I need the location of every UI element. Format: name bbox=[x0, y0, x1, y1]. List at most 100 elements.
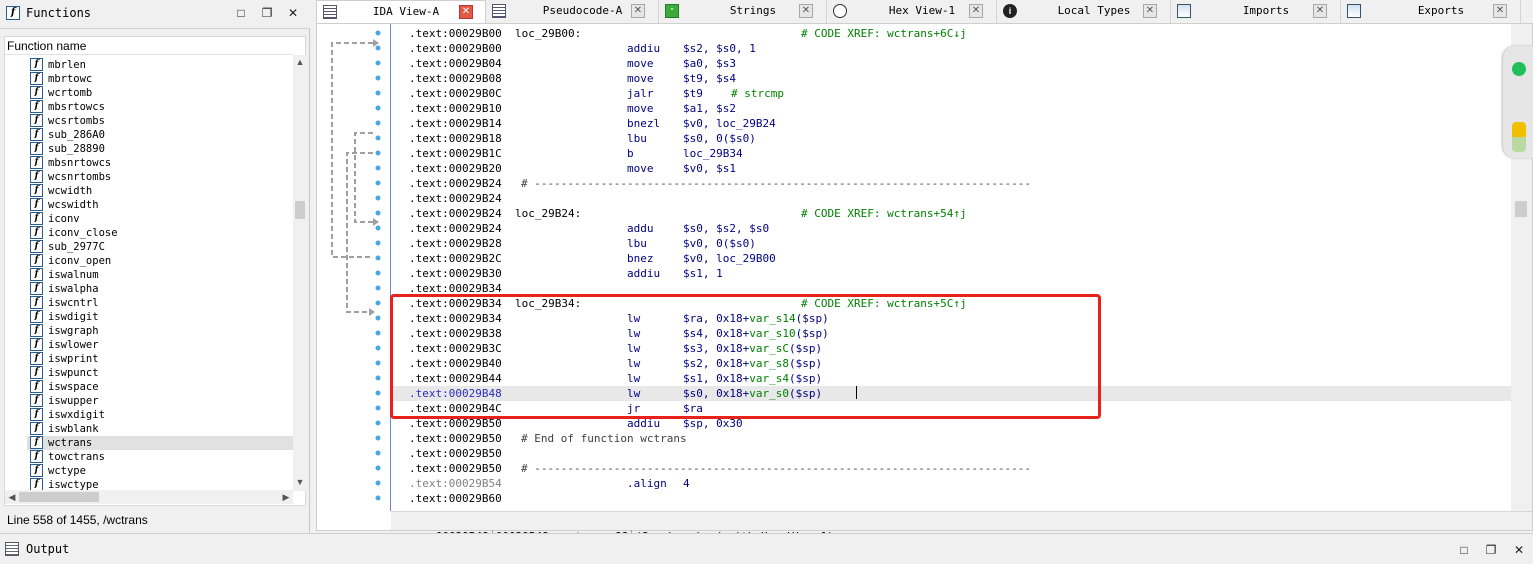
function-list-item[interactable]: f iswctype bbox=[27, 478, 293, 490]
tab-ida-view-a[interactable]: IDA View-A ✕ bbox=[316, 0, 486, 24]
function-list-item[interactable]: f iswprint bbox=[27, 352, 293, 366]
function-list-item[interactable]: f wcsrtombs bbox=[27, 114, 293, 128]
strings-icon: " bbox=[665, 4, 679, 18]
function-list-item[interactable]: f mbrtowc bbox=[27, 72, 293, 86]
code-line[interactable]: .text:00029B50 addiu $sp, 0x30 bbox=[391, 416, 1511, 431]
code-line[interactable]: .text:00029B04 move $a0, $s3 bbox=[391, 56, 1511, 71]
code-line[interactable]: .text:00029B54 .align 4 bbox=[391, 476, 1511, 491]
function-list-item[interactable]: f iswalnum bbox=[27, 268, 293, 282]
code-line[interactable]: .text:00029B38 lw $s4, 0x18+var_s10($sp) bbox=[391, 326, 1511, 341]
function-list-item[interactable]: f iswcntrl bbox=[27, 296, 293, 310]
code-line[interactable]: .text:00029B0C jalr $t9 # strcmp bbox=[391, 86, 1511, 101]
close-button[interactable]: ✕ bbox=[1512, 543, 1526, 557]
operand-text: $s1, 0x18+ bbox=[683, 372, 750, 385]
code-line[interactable]: .text:00029B00 addiu $s2, $s0, 1 bbox=[391, 41, 1511, 56]
code-line[interactable]: .text:00029B20 move $v0, $s1 bbox=[391, 161, 1511, 176]
code-line[interactable]: .text:00029B34 bbox=[391, 281, 1511, 296]
restore-button[interactable]: ❐ bbox=[260, 6, 274, 20]
code-line[interactable]: .text:00029B4C jr $ra bbox=[391, 401, 1511, 416]
functions-vertical-scrollbar[interactable]: ▲ ▼ bbox=[293, 55, 307, 491]
functions-list[interactable]: f mbrlen f mbrtowc f wcrtomb f mbsrtowcs f wcsrto… bbox=[27, 58, 293, 490]
function-list-item[interactable]: f sub_28890 bbox=[27, 142, 293, 156]
column-header-function-name[interactable]: Function name bbox=[5, 37, 293, 55]
function-list-item[interactable]: f iswpunct bbox=[27, 366, 293, 380]
close-button[interactable]: ✕ bbox=[286, 6, 300, 20]
code-line[interactable]: .text:00029B28 lbu $v0, 0($s0) bbox=[391, 236, 1511, 251]
function-list-item[interactable]: f mbrlen bbox=[27, 58, 293, 72]
function-list-item[interactable]: f wctype bbox=[27, 464, 293, 478]
code-line[interactable]: .text:00029B60 bbox=[391, 491, 1511, 506]
tab-local-types[interactable]: i Local Types ✕ bbox=[997, 0, 1171, 23]
function-list-item[interactable]: f iswblank bbox=[27, 422, 293, 436]
code-line[interactable]: .text:00029B2C bnez $v0, loc_29B00 bbox=[391, 251, 1511, 266]
code-line[interactable]: .text:00029B10 move $a1, $s2 bbox=[391, 101, 1511, 116]
maximize-button[interactable]: □ bbox=[1457, 543, 1471, 557]
code-line[interactable]: .text:00029B40 lw $s2, 0x18+var_s8($sp) bbox=[391, 356, 1511, 371]
close-tab-icon[interactable]: ✕ bbox=[631, 4, 645, 18]
restore-button[interactable]: ❐ bbox=[1484, 543, 1498, 557]
code-line[interactable]: .text:00029B30 addiu $s1, 1 bbox=[391, 266, 1511, 281]
function-list-item[interactable]: f wcswidth bbox=[27, 198, 293, 212]
function-list-item[interactable]: f iconv bbox=[27, 212, 293, 226]
function-list-item[interactable]: f wctrans bbox=[27, 436, 293, 450]
code-line[interactable]: .text:00029B24 addu $s0, $s2, $s0 bbox=[391, 221, 1511, 236]
function-list-item[interactable]: f sub_2977C bbox=[27, 240, 293, 254]
maximize-button[interactable]: □ bbox=[234, 6, 248, 20]
code-line[interactable]: .text:00029B24 bbox=[391, 191, 1511, 206]
close-tab-icon[interactable]: ✕ bbox=[1143, 4, 1157, 18]
scroll-thumb[interactable] bbox=[1515, 201, 1527, 217]
function-list-item[interactable]: f iconv_open bbox=[27, 254, 293, 268]
code-line[interactable]: .text:00029B48 lw $s0, 0x18+var_s0($sp) bbox=[391, 386, 1511, 401]
code-line[interactable]: .text:00029B18 lbu $s0, 0($s0) bbox=[391, 131, 1511, 146]
code-line[interactable]: .text:00029B24 # ------------------------… bbox=[391, 176, 1511, 191]
function-list-item[interactable]: f iswupper bbox=[27, 394, 293, 408]
function-list-item[interactable]: f mbsrtowcs bbox=[27, 100, 293, 114]
code-line[interactable]: .text:00029B50 bbox=[391, 446, 1511, 461]
function-list-item[interactable]: f wcwidth bbox=[27, 184, 293, 198]
code-line[interactable]: .text:00029B00 loc_29B00: # CODE XREF: wct… bbox=[391, 26, 1511, 41]
tab-exports[interactable]: Exports ✕ bbox=[1341, 0, 1521, 23]
code-line[interactable]: .text:00029B50 # End of function wctrans bbox=[391, 431, 1511, 446]
function-list-item[interactable]: f iswxdigit bbox=[27, 408, 293, 422]
function-name-label: wctrans bbox=[48, 437, 93, 449]
close-tab-icon[interactable]: ✕ bbox=[1493, 4, 1507, 18]
functions-horizontal-scrollbar[interactable]: ◀ ▶ bbox=[5, 490, 293, 504]
tab-strings[interactable]: " Strings ✕ bbox=[659, 0, 827, 23]
scroll-right-icon[interactable]: ▶ bbox=[279, 490, 293, 504]
navigation-overview-widget[interactable] bbox=[1503, 46, 1533, 158]
scroll-thumb[interactable] bbox=[19, 492, 99, 502]
scroll-left-icon[interactable]: ◀ bbox=[5, 490, 19, 504]
tab-hex-view-1[interactable]: Hex View-1 ✕ bbox=[827, 0, 997, 23]
function-list-item[interactable]: f wcsnrtombs bbox=[27, 170, 293, 184]
scroll-down-icon[interactable]: ▼ bbox=[293, 475, 307, 489]
function-list-item[interactable]: f wcrtomb bbox=[27, 86, 293, 100]
tab-imports[interactable]: Imports ✕ bbox=[1171, 0, 1341, 23]
code-line[interactable]: .text:00029B34 lw $ra, 0x18+var_s14($sp) bbox=[391, 311, 1511, 326]
code-line[interactable]: .text:00029B34 loc_29B34: # CODE XREF: wct… bbox=[391, 296, 1511, 311]
function-list-item[interactable]: f iswdigit bbox=[27, 310, 293, 324]
code-line[interactable]: .text:00029B3C lw $s3, 0x18+var_sC($sp) bbox=[391, 341, 1511, 356]
ida-view-a[interactable]: .text:00029B00 loc_29B00: # CODE XREF: wct… bbox=[316, 23, 1533, 543]
code-line[interactable]: .text:00029B50 # ------------------------… bbox=[391, 461, 1511, 476]
function-list-item[interactable]: f mbsnrtowcs bbox=[27, 156, 293, 170]
tab-pseudocode-a[interactable]: Pseudocode-A ✕ bbox=[486, 0, 659, 23]
close-tab-icon[interactable]: ✕ bbox=[969, 4, 983, 18]
code-line[interactable]: .text:00029B14 bnezl $v0, loc_29B24 bbox=[391, 116, 1511, 131]
code-line[interactable]: .text:00029B24 loc_29B24: # CODE XREF: wct… bbox=[391, 206, 1511, 221]
close-tab-icon[interactable]: ✕ bbox=[1313, 4, 1327, 18]
disassembly-code-pane[interactable]: .text:00029B00 loc_29B00: # CODE XREF: wct… bbox=[390, 24, 1511, 511]
code-line[interactable]: .text:00029B44 lw $s1, 0x18+var_s4($sp) bbox=[391, 371, 1511, 386]
scroll-thumb[interactable] bbox=[295, 201, 305, 219]
function-list-item[interactable]: f iconv_close bbox=[27, 226, 293, 240]
close-tab-icon[interactable]: ✕ bbox=[459, 5, 473, 19]
function-list-item[interactable]: f iswspace bbox=[27, 380, 293, 394]
function-list-item[interactable]: f iswgraph bbox=[27, 324, 293, 338]
close-tab-icon[interactable]: ✕ bbox=[799, 4, 813, 18]
function-list-item[interactable]: f sub_286A0 bbox=[27, 128, 293, 142]
function-list-item[interactable]: f towctrans bbox=[27, 450, 293, 464]
function-list-item[interactable]: f iswlower bbox=[27, 338, 293, 352]
code-line[interactable]: .text:00029B08 move $t9, $s4 bbox=[391, 71, 1511, 86]
code-line[interactable]: .text:00029B1C b loc_29B34 bbox=[391, 146, 1511, 161]
scroll-up-icon[interactable]: ▲ bbox=[293, 55, 307, 69]
function-list-item[interactable]: f iswalpha bbox=[27, 282, 293, 296]
